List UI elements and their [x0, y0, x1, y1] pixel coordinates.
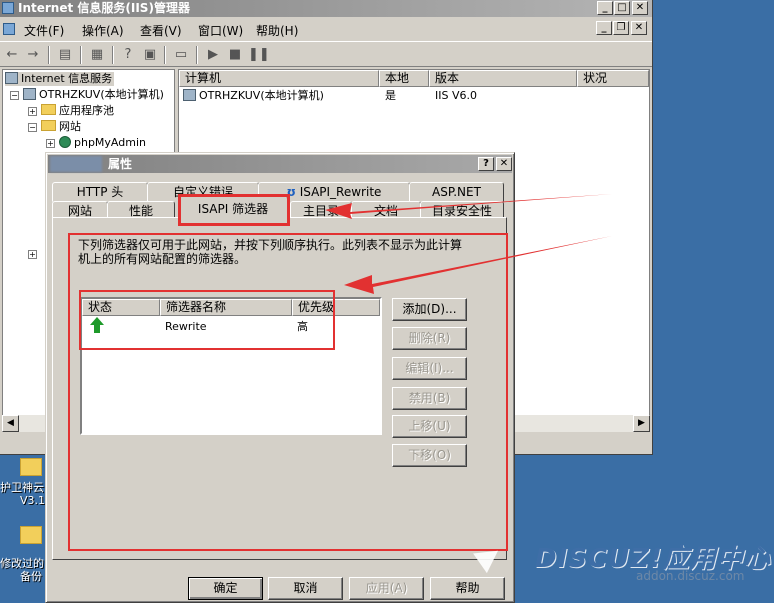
- dialog-help-button[interactable]: ?: [478, 157, 494, 171]
- pause-icon[interactable]: ❚❚: [248, 46, 270, 63]
- cancel-button[interactable]: 取消: [268, 577, 343, 600]
- menu-bar: 文件(F) 操作(A) 查看(V) 窗口(W) 帮助(H) _ ❐ ✕: [0, 18, 652, 40]
- tab-http-headers[interactable]: HTTP 头: [52, 182, 148, 202]
- menu-action[interactable]: 操作(A): [82, 22, 124, 39]
- iis-app-icon: [2, 2, 14, 14]
- annotation-box-isapi-tab: [178, 194, 290, 226]
- website-globe-icon: [59, 136, 71, 148]
- tree-item-phpmyadmin[interactable]: phpMyAdmin: [59, 136, 146, 150]
- window-titlebar: Internet 信息服务(IIS)管理器 _ □ ✕: [0, 0, 652, 17]
- desktop-label-2b: 备份: [20, 570, 42, 583]
- tree-item-computer[interactable]: OTRHZKUV(本地计算机): [23, 88, 164, 102]
- toolbar-separator: [112, 46, 114, 64]
- scroll-left-icon[interactable]: ◀: [2, 415, 19, 432]
- desktop-label-2: 修改过的: [0, 557, 44, 570]
- forward-icon[interactable]: →: [24, 46, 42, 63]
- mmc-icon: [3, 23, 15, 35]
- column-header-status[interactable]: 状况: [577, 70, 649, 87]
- start-icon[interactable]: ▶: [204, 46, 222, 63]
- toolbar-separator: [80, 46, 82, 64]
- dialog-titlebar: 属性 ? ✕: [48, 155, 512, 173]
- watermark-sub: addon.discuz.com: [636, 569, 745, 583]
- properties-icon[interactable]: ▣: [141, 46, 159, 63]
- toolbar: ← → ▤ ▦ ? ▣ ▭ ▶ ■ ❚❚: [0, 41, 652, 67]
- tree-item-root[interactable]: Internet 信息服务: [5, 72, 115, 86]
- ok-button[interactable]: 确定: [188, 577, 263, 600]
- close-button[interactable]: ✕: [632, 1, 648, 15]
- computer-icon: [23, 88, 36, 100]
- dialog-title: 属性: [108, 157, 133, 171]
- show-tree-icon[interactable]: ▤: [56, 46, 74, 63]
- child-close-button[interactable]: ✕: [631, 21, 647, 35]
- toolbar-separator: [164, 46, 166, 64]
- dialog-close-button[interactable]: ✕: [496, 157, 512, 171]
- blurred-site-name: [50, 156, 102, 172]
- toolbar-separator: [196, 46, 198, 64]
- folder-icon: [41, 104, 56, 115]
- menu-file[interactable]: 文件(F): [24, 22, 64, 39]
- computer-icon[interactable]: ▭: [172, 46, 190, 63]
- toolbar-separator: [48, 46, 50, 64]
- desktop-label-1b: V3.1: [20, 494, 46, 507]
- desktop-folder-icon[interactable]: [20, 526, 42, 544]
- column-header-local[interactable]: 本地: [379, 70, 429, 87]
- menu-window[interactable]: 窗口(W): [198, 22, 243, 39]
- menu-view[interactable]: 查看(V): [140, 22, 182, 39]
- help-icon[interactable]: ?: [119, 46, 137, 63]
- child-restore-button[interactable]: ❐: [613, 21, 629, 35]
- list-row-computer[interactable]: OTRHZKUV(本地计算机): [183, 89, 324, 103]
- computer-icon: [183, 89, 196, 101]
- folder-icon: [41, 120, 56, 131]
- dialog-help-text-button[interactable]: 帮助: [430, 577, 505, 600]
- child-minimize-button[interactable]: _: [596, 21, 612, 35]
- list-cell-version: IIS V6.0: [435, 89, 477, 102]
- expand-icon[interactable]: +: [28, 107, 37, 116]
- collapse-icon[interactable]: −: [10, 91, 19, 100]
- expand-icon[interactable]: +: [46, 139, 55, 148]
- apply-button[interactable]: 应用(A): [349, 577, 424, 600]
- export-list-icon[interactable]: ▦: [88, 46, 106, 63]
- iis-icon: [5, 72, 18, 84]
- tree-item-websites[interactable]: 网站: [41, 120, 81, 134]
- tree-item-app-pools[interactable]: 应用程序池: [41, 104, 114, 118]
- minimize-button[interactable]: _: [597, 1, 613, 15]
- desktop-label-1: 护卫神云: [0, 481, 44, 494]
- column-header-version[interactable]: 版本: [429, 70, 577, 87]
- maximize-button[interactable]: □: [614, 1, 630, 15]
- stop-icon[interactable]: ■: [226, 46, 244, 63]
- back-icon[interactable]: ←: [3, 46, 21, 63]
- column-header-computer[interactable]: 计算机: [179, 70, 379, 87]
- menu-help[interactable]: 帮助(H): [256, 22, 298, 39]
- list-cell-local: 是: [385, 89, 396, 102]
- collapse-icon[interactable]: −: [28, 123, 37, 132]
- expand-icon[interactable]: +: [28, 250, 37, 259]
- scroll-right-icon[interactable]: ▶: [633, 415, 650, 432]
- tab-aspnet[interactable]: ASP.NET: [409, 182, 504, 202]
- annotation-box-tab-page: [68, 233, 508, 551]
- desktop-folder-icon[interactable]: [20, 458, 42, 476]
- window-title: Internet 信息服务(IIS)管理器: [18, 1, 190, 15]
